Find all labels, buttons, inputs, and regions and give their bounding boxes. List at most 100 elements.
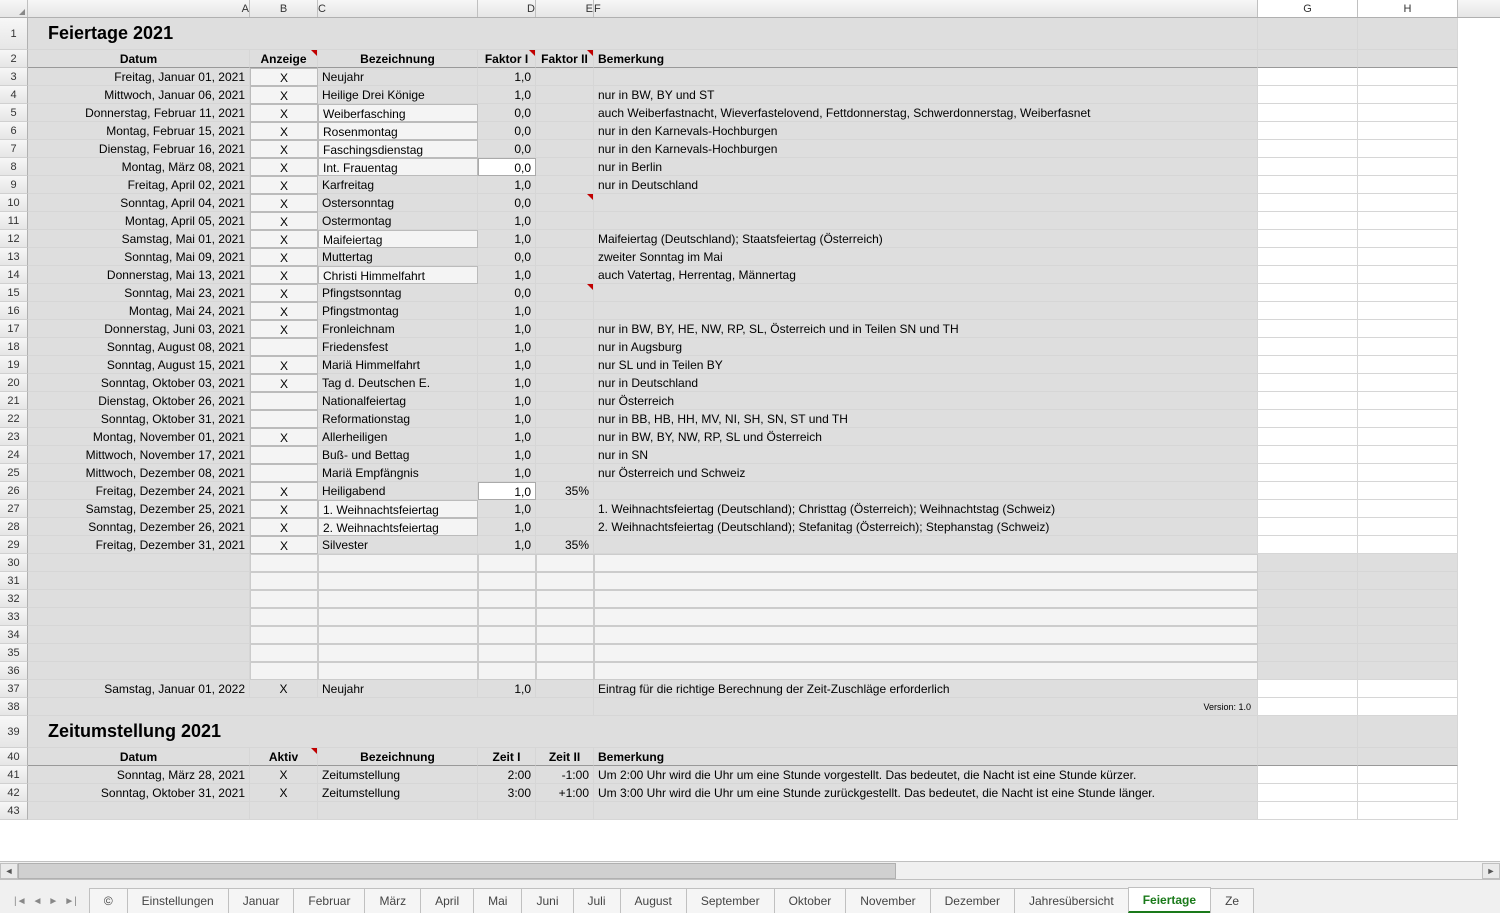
cell[interactable]: 1,0 xyxy=(478,302,536,320)
cell[interactable]: 0,0 xyxy=(478,104,536,122)
cell[interactable]: X xyxy=(250,766,318,784)
cell[interactable] xyxy=(1358,748,1458,766)
cell[interactable] xyxy=(1358,784,1458,802)
cell[interactable] xyxy=(536,230,594,248)
cell[interactable] xyxy=(1258,748,1358,766)
cell[interactable]: nur in BW, BY, HE, NW, RP, SL, Österreic… xyxy=(594,320,1258,338)
cell[interactable] xyxy=(1258,698,1358,716)
row-header[interactable]: 14 xyxy=(0,266,28,284)
cell[interactable]: Friedensfest xyxy=(318,338,478,356)
cell[interactable]: Silvester xyxy=(318,536,478,554)
cell[interactable] xyxy=(1258,482,1358,500)
cell[interactable] xyxy=(594,626,1258,644)
cell[interactable] xyxy=(250,392,318,410)
cell[interactable] xyxy=(594,802,1258,820)
row-header[interactable]: 19 xyxy=(0,356,28,374)
row-header[interactable]: 32 xyxy=(0,590,28,608)
cell[interactable]: Donnerstag, Juni 03, 2021 xyxy=(28,320,250,338)
cell[interactable]: Montag, Februar 15, 2021 xyxy=(28,122,250,140)
cell[interactable] xyxy=(1358,158,1458,176)
cell[interactable]: nur in BB, HB, HH, MV, NI, SH, SN, ST un… xyxy=(594,410,1258,428)
row-header[interactable]: 22 xyxy=(0,410,28,428)
cell[interactable] xyxy=(1258,356,1358,374)
cell[interactable]: Sonntag, Oktober 31, 2021 xyxy=(28,784,250,802)
sheet-tab-©[interactable]: © xyxy=(89,888,128,913)
row-header[interactable]: 4 xyxy=(0,86,28,104)
cell[interactable] xyxy=(1358,140,1458,158)
sheet-tab-einstellungen[interactable]: Einstellungen xyxy=(127,888,229,913)
cell[interactable] xyxy=(318,802,478,820)
cell[interactable] xyxy=(250,802,318,820)
cell[interactable] xyxy=(1358,392,1458,410)
cell[interactable]: X xyxy=(250,104,318,122)
cell[interactable] xyxy=(250,446,318,464)
cell[interactable] xyxy=(28,590,250,608)
cell[interactable] xyxy=(536,212,594,230)
cell[interactable]: X xyxy=(250,212,318,230)
cell[interactable]: 1,0 xyxy=(478,320,536,338)
cell[interactable] xyxy=(250,464,318,482)
scroll-left-button[interactable]: ◄ xyxy=(0,863,18,879)
cell[interactable] xyxy=(28,572,250,590)
cell[interactable]: X xyxy=(250,230,318,248)
cell[interactable] xyxy=(318,554,478,572)
cell[interactable]: Heilige Drei Könige xyxy=(318,86,478,104)
cell[interactable]: Bezeichnung xyxy=(318,50,478,68)
select-all-corner[interactable] xyxy=(0,0,28,17)
cell[interactable] xyxy=(536,802,594,820)
sheet-tab-ze[interactable]: Ze xyxy=(1210,888,1254,913)
cell[interactable] xyxy=(1358,608,1458,626)
sheet-tab-juni[interactable]: Juni xyxy=(521,888,573,913)
cell[interactable]: Eintrag für die richtige Berechnung der … xyxy=(594,680,1258,698)
cell[interactable] xyxy=(1258,18,1358,50)
title-feiertage[interactable]: Feiertage 2021 xyxy=(28,18,1258,50)
cell[interactable]: Ostermontag xyxy=(318,212,478,230)
col-header-g[interactable]: G xyxy=(1258,0,1358,17)
row-header[interactable]: 23 xyxy=(0,428,28,446)
cell[interactable] xyxy=(250,590,318,608)
cell[interactable] xyxy=(594,572,1258,590)
cell[interactable]: 2. Weihnachtsfeiertag xyxy=(318,518,478,536)
col-header-e[interactable]: E xyxy=(536,0,594,17)
cell[interactable]: +1:00 xyxy=(536,784,594,802)
col-header-h[interactable]: H xyxy=(1358,0,1458,17)
cell[interactable] xyxy=(318,626,478,644)
sheet-tab-märz[interactable]: März xyxy=(364,888,421,913)
cell[interactable]: Bezeichnung xyxy=(318,748,478,766)
cell[interactable] xyxy=(478,554,536,572)
row-header[interactable]: 20 xyxy=(0,374,28,392)
cell[interactable]: 1,0 xyxy=(478,680,536,698)
cell[interactable]: Pfingstmontag xyxy=(318,302,478,320)
cell[interactable] xyxy=(28,802,250,820)
cell[interactable]: X xyxy=(250,784,318,802)
cell[interactable] xyxy=(536,572,594,590)
cell[interactable] xyxy=(536,374,594,392)
cell[interactable] xyxy=(1258,86,1358,104)
cell[interactable]: X xyxy=(250,536,318,554)
spreadsheet-grid[interactable]: 1Feiertage 20212DatumAnzeigeBezeichnungF… xyxy=(0,18,1500,820)
cell[interactable]: Sonntag, Dezember 26, 2021 xyxy=(28,518,250,536)
cell[interactable] xyxy=(536,644,594,662)
cell[interactable]: Mariä Empfängnis xyxy=(318,464,478,482)
cell[interactable]: Samstag, Mai 01, 2021 xyxy=(28,230,250,248)
cell[interactable] xyxy=(250,572,318,590)
cell[interactable]: Um 3:00 Uhr wird die Uhr um eine Stunde … xyxy=(594,784,1258,802)
cell[interactable]: nur in den Karnevals-Hochburgen xyxy=(594,122,1258,140)
cell[interactable] xyxy=(250,644,318,662)
cell[interactable] xyxy=(250,410,318,428)
cell[interactable] xyxy=(1258,392,1358,410)
row-header[interactable]: 25 xyxy=(0,464,28,482)
cell[interactable]: Sonntag, Oktober 03, 2021 xyxy=(28,374,250,392)
cell[interactable]: 0,0 xyxy=(478,122,536,140)
cell[interactable]: 35% xyxy=(536,482,594,500)
cell[interactable] xyxy=(250,626,318,644)
cell[interactable]: nur in Berlin xyxy=(594,158,1258,176)
cell[interactable] xyxy=(1358,194,1458,212)
cell[interactable] xyxy=(594,536,1258,554)
row-header[interactable]: 11 xyxy=(0,212,28,230)
cell[interactable] xyxy=(1258,644,1358,662)
cell[interactable] xyxy=(1358,374,1458,392)
cell[interactable] xyxy=(536,284,594,302)
cell[interactable]: X xyxy=(250,518,318,536)
row-header[interactable]: 12 xyxy=(0,230,28,248)
